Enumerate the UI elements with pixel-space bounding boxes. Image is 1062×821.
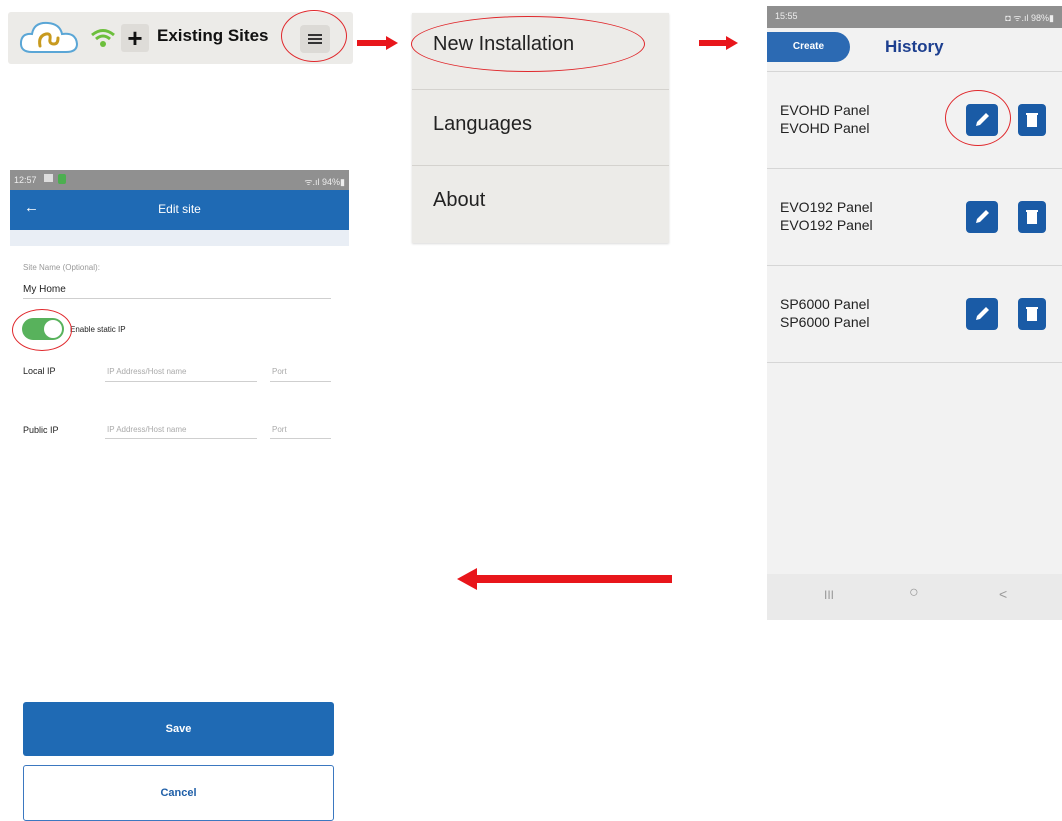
status-bar: 12:57 ᯤ.ıl 94%▮ [10, 170, 349, 190]
header-divider [10, 230, 349, 246]
panel-name: SP6000 Panel [780, 296, 870, 312]
local-port-underline [270, 381, 331, 382]
menu-item-new-installation[interactable]: New Installation [412, 13, 669, 90]
home-icon[interactable]: ○ [909, 584, 919, 602]
list-item[interactable]: EVOHD Panel EVOHD Panel [767, 72, 1062, 169]
panel-name: EVO192 Panel [780, 199, 873, 215]
page-title: Edit site [158, 202, 201, 216]
plus-icon: + [127, 23, 143, 53]
app-bar: ← Edit site [10, 190, 349, 230]
hamburger-menu-icon[interactable] [300, 25, 330, 53]
gallery-icon [44, 174, 53, 182]
status-time: 15:55 [775, 11, 798, 21]
status-icons: ᯤ.ıl 94%▮ [304, 177, 345, 187]
edit-button[interactable] [966, 201, 998, 233]
android-nav-bar: III ○ < [767, 574, 1062, 620]
recents-icon[interactable]: III [824, 588, 834, 602]
overflow-menu: New Installation Languages About [412, 13, 669, 243]
pencil-icon [976, 113, 989, 126]
annotation-arrow-head-2 [726, 36, 738, 50]
annotation-arrow-right-1 [357, 40, 387, 46]
lock-icon [58, 174, 66, 184]
public-ip-label: Public IP [23, 425, 59, 435]
edit-button[interactable] [966, 298, 998, 330]
list-item[interactable]: SP6000 Panel SP6000 Panel [767, 266, 1062, 363]
public-ip-address-input[interactable]: IP Address/Host name [107, 425, 186, 434]
trash-icon [1026, 307, 1038, 321]
public-port-underline [270, 438, 331, 439]
history-title: History [885, 37, 944, 56]
site-name-input[interactable]: My Home [23, 284, 66, 295]
toggle-knob [44, 320, 62, 338]
pencil-icon [976, 307, 989, 320]
delete-button[interactable] [1018, 201, 1046, 233]
annotation-arrow-head-1 [386, 36, 398, 50]
trash-icon [1026, 113, 1038, 127]
existing-sites-title: Existing Sites [157, 26, 269, 45]
cancel-button[interactable]: Cancel [23, 765, 334, 821]
menu-item-about[interactable]: About [412, 165, 669, 241]
status-icons: ◘ ᯤ.ıl 98%▮ [1005, 13, 1054, 23]
edit-site-screen: 12:57 ᯤ.ıl 94%▮ ← Edit site Site Name (O… [10, 170, 349, 470]
static-ip-label: Enable static IP [70, 325, 126, 334]
pencil-icon [976, 210, 989, 223]
local-port-input[interactable]: Port [272, 367, 287, 376]
panel-type: EVOHD Panel [780, 120, 870, 136]
annotation-arrow-head-left [457, 568, 477, 590]
menu-item-languages[interactable]: Languages [412, 89, 669, 166]
status-bar: 15:55 ◘ ᯤ.ıl 98%▮ [767, 6, 1062, 28]
top-toolbar: + Existing Sites [8, 12, 353, 64]
cloud-swan-logo-icon[interactable] [18, 18, 80, 58]
list-item[interactable]: EVO192 Panel EVO192 Panel [767, 169, 1062, 266]
panel-type: EVO192 Panel [780, 217, 873, 233]
site-name-underline [23, 298, 331, 299]
back-icon[interactable]: < [999, 586, 1007, 602]
create-button[interactable]: Create [767, 32, 850, 62]
add-site-button[interactable]: + [121, 24, 149, 52]
local-ip-underline [105, 381, 257, 382]
wifi-icon [91, 29, 115, 47]
delete-button[interactable] [1018, 298, 1046, 330]
history-screen: 15:55 ◘ ᯤ.ıl 98%▮ Create History EVOHD P… [767, 6, 1062, 620]
edit-button[interactable] [966, 104, 998, 136]
trash-icon [1026, 210, 1038, 224]
save-button[interactable]: Save [23, 702, 334, 756]
menu-item-label: About [433, 189, 486, 211]
public-ip-underline [105, 438, 257, 439]
panel-name: EVOHD Panel [780, 102, 870, 118]
status-time: 12:57 [14, 175, 37, 185]
panel-type: SP6000 Panel [780, 314, 870, 330]
annotation-arrow-left [476, 575, 672, 583]
menu-item-label: Languages [433, 113, 532, 135]
local-ip-address-input[interactable]: IP Address/Host name [107, 367, 186, 376]
local-ip-label: Local IP [23, 366, 56, 376]
public-port-input[interactable]: Port [272, 425, 287, 434]
delete-button[interactable] [1018, 104, 1046, 136]
site-name-label: Site Name (Optional): [23, 263, 100, 272]
annotation-arrow-right-2 [699, 40, 727, 46]
menu-item-label: New Installation [433, 33, 575, 55]
static-ip-toggle[interactable] [22, 318, 64, 340]
